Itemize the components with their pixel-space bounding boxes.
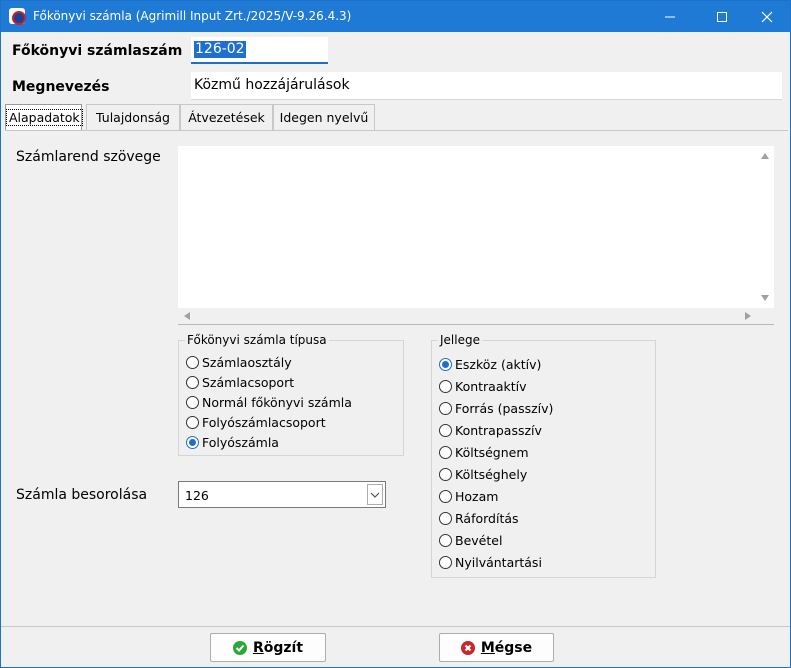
app-logo-icon (9, 8, 26, 25)
radio-folyoszamla[interactable]: Folyószámla (186, 434, 279, 450)
scroll-right-icon[interactable] (745, 312, 751, 320)
radio-label: Számlaosztály (202, 354, 292, 370)
radio-label: Hozam (455, 488, 499, 504)
radio-koltseghely[interactable]: Költséghely (439, 466, 527, 482)
account-code-input[interactable]: 126-02 (191, 37, 328, 64)
cancel-button[interactable]: Mégse (439, 633, 554, 662)
title-bar[interactable]: Főkönyvi számla (Agrimill Input Zrt./202… (1, 1, 790, 32)
radio-label: Forrás (passzív) (455, 400, 554, 416)
radio-button-selected[interactable] (186, 435, 199, 449)
radio-button[interactable] (439, 445, 452, 459)
radio-label: Költségnem (455, 444, 529, 460)
radio-label: Kontrapasszív (455, 422, 542, 438)
account-type-title: Főkönyvi számla típusa (185, 333, 329, 347)
radio-bevetel[interactable]: Bevétel (439, 532, 502, 548)
radio-folyoszamlacsoport[interactable]: Folyószámlacsoport (186, 414, 326, 430)
vertical-scrollbar[interactable] (757, 146, 774, 308)
radio-button[interactable] (439, 379, 452, 393)
scroll-up-icon[interactable] (761, 153, 769, 159)
radio-button[interactable] (186, 415, 199, 429)
radio-eszkoz-aktiv[interactable]: Eszköz (aktív) (439, 356, 541, 372)
maximize-icon[interactable] (698, 1, 746, 32)
minimize-icon[interactable] (646, 1, 694, 32)
scroll-down-icon[interactable] (761, 295, 769, 301)
radio-button-selected[interactable] (439, 357, 452, 371)
radio-label: Bevétel (455, 532, 503, 548)
radio-button[interactable] (439, 489, 452, 503)
tab-tulajdonsag[interactable]: Tulajdonság (86, 104, 180, 130)
radio-button[interactable] (439, 555, 452, 569)
classification-label: Számla besorolása (16, 487, 148, 503)
radio-button[interactable] (439, 401, 452, 415)
radio-raforditas[interactable]: Ráfordítás (439, 510, 519, 526)
radio-label: Folyószámlacsoport (202, 414, 326, 430)
radio-label: Eszköz (aktív) (455, 356, 542, 372)
close-icon[interactable] (743, 1, 791, 32)
radio-label: Folyószámla (202, 434, 279, 450)
tab-label: Alapadatok (6, 109, 83, 126)
radio-label: Költséghely (455, 466, 528, 482)
radio-forras-passziv[interactable]: Forrás (passzív) (439, 400, 553, 416)
radio-button[interactable] (439, 423, 452, 437)
tab-alapadatok[interactable]: Alapadatok (5, 104, 83, 131)
checkmark-icon (232, 640, 247, 655)
tab-label: Idegen nyelvű (279, 110, 369, 125)
classification-combo[interactable]: 126 (178, 481, 386, 508)
tab-label: Átvezetések (188, 110, 265, 125)
radio-label: Kontraaktív (455, 378, 527, 394)
account-name-input[interactable]: Közmű hozzájárulások (191, 72, 782, 100)
account-type-group: Főkönyvi számla típusa Számlaosztály Szá… (178, 333, 404, 456)
chart-of-accounts-text-area[interactable] (178, 146, 774, 325)
cancel-x-icon (460, 640, 475, 655)
tab-atvezetesek[interactable]: Átvezetések (180, 104, 273, 130)
radio-szamlaosztaly[interactable]: Számlaosztály (186, 354, 292, 370)
cancel-label: Mégse (480, 639, 533, 656)
window-title: Főkönyvi számla (Agrimill Input Zrt./202… (33, 9, 352, 23)
horizontal-scrollbar[interactable] (178, 308, 774, 325)
nature-group: Jellege Eszköz (aktív) Kontraaktív Forrá… (431, 333, 656, 578)
radio-normal-fokonyvi-szamla[interactable]: Normál főkönyvi számla (186, 394, 352, 410)
account-name-value: Közmű hozzájárulások (194, 77, 350, 93)
scroll-left-icon[interactable] (184, 312, 190, 320)
radio-label: Nyilvántartási (455, 554, 542, 570)
save-button[interactable]: Rögzít (210, 633, 326, 662)
dialog-window: Főkönyvi számla (Agrimill Input Zrt./202… (0, 0, 791, 668)
radio-button[interactable] (439, 467, 452, 481)
radio-koltsegnem[interactable]: Költségnem (439, 444, 529, 460)
tab-idegen-nyelvu[interactable]: Idegen nyelvű (273, 104, 375, 130)
radio-label: Számlacsoport (202, 374, 295, 390)
save-label: Rögzít (252, 639, 304, 656)
account-code-value: 126-02 (194, 41, 246, 58)
radio-hozam[interactable]: Hozam (439, 488, 498, 504)
radio-button[interactable] (186, 355, 199, 369)
tab-label: Tulajdonság (96, 110, 170, 125)
radio-kontrapassziv[interactable]: Kontrapasszív (439, 422, 542, 438)
radio-button[interactable] (186, 375, 199, 389)
code-label: Főkönyvi számlaszám (12, 43, 183, 59)
memo-label: Számlarend szövege (16, 149, 161, 165)
classification-value: 126 (185, 488, 209, 503)
radio-nyilvantartasi[interactable]: Nyilvántartási (439, 554, 542, 570)
name-label: Megnevezés (12, 79, 110, 95)
radio-button[interactable] (439, 533, 452, 547)
radio-kontraaktiv[interactable]: Kontraaktív (439, 378, 527, 394)
radio-label: Normál főkönyvi számla (202, 394, 352, 410)
chevron-down-icon[interactable] (367, 484, 383, 505)
radio-szamlacsoport[interactable]: Számlacsoport (186, 374, 294, 390)
radio-button[interactable] (439, 511, 452, 525)
radio-button[interactable] (186, 395, 199, 409)
footer-divider (1, 626, 790, 627)
radio-label: Ráfordítás (455, 510, 519, 526)
nature-title: Jellege (438, 333, 482, 347)
tab-divider (5, 130, 788, 131)
